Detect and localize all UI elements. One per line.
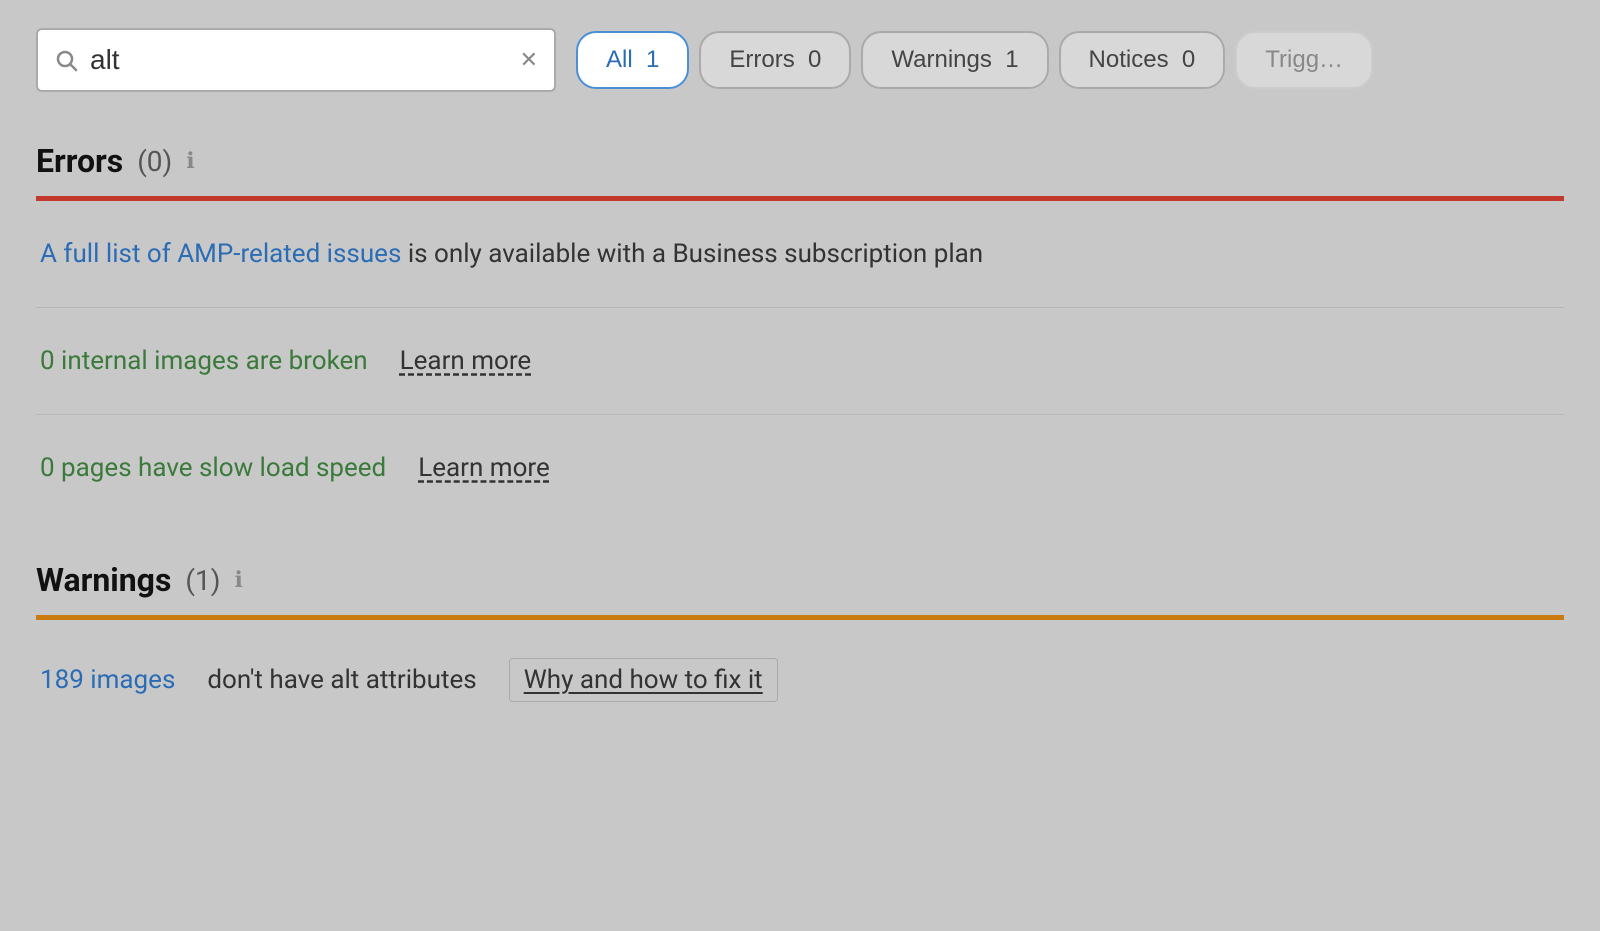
alt-text: don't have alt attributes [207, 665, 476, 695]
top-bar: ✕ All 1 Errors 0 Warnings 1 Notices 0 Tr… [0, 0, 1600, 112]
slow-load-row: 0 pages have slow load speed Learn more [36, 415, 1564, 521]
internal-images-text: 0 internal images are broken [40, 346, 368, 376]
learn-more-images-link[interactable]: Learn more [400, 346, 532, 376]
info-icon-errors[interactable]: ℹ [186, 149, 194, 174]
main-content: Errors (0) ℹ A full list of AMP-related … [0, 112, 1600, 740]
learn-more-speed-link[interactable]: Learn more [418, 453, 550, 483]
search-input[interactable] [90, 44, 508, 76]
internal-images-row: 0 internal images are broken Learn more [36, 308, 1564, 415]
info-icon-warnings[interactable]: ℹ [234, 568, 242, 593]
warnings-title: Warnings [36, 561, 171, 599]
clear-icon[interactable]: ✕ [520, 48, 538, 73]
warnings-count: (1) [185, 564, 220, 597]
filter-tabs: All 1 Errors 0 Warnings 1 Notices 0 Trig… [576, 31, 1373, 89]
search-box: ✕ [36, 28, 556, 92]
warnings-section: Warnings (1) ℹ 189 images don't have alt… [36, 531, 1564, 740]
tab-triggers[interactable]: Trigg… [1235, 31, 1373, 89]
tab-errors[interactable]: Errors 0 [699, 31, 851, 89]
why-fix-link[interactable]: Why and how to fix it [509, 658, 778, 702]
errors-header: Errors (0) ℹ [36, 112, 1564, 196]
amp-link[interactable]: A full list of AMP-related issues [40, 239, 401, 269]
search-icon [54, 48, 78, 72]
alt-attributes-row: 189 images don't have alt attributes Why… [36, 620, 1564, 740]
warnings-header: Warnings (1) ℹ [36, 531, 1564, 615]
amp-plain: is only available with a Business subscr… [401, 239, 983, 269]
tab-all[interactable]: All 1 [576, 31, 689, 89]
errors-section: Errors (0) ℹ A full list of AMP-related … [36, 112, 1564, 521]
errors-title: Errors [36, 142, 123, 180]
slow-load-text: 0 pages have slow load speed [40, 453, 386, 483]
amp-row: A full list of AMP-related issues is onl… [36, 201, 1564, 308]
tab-warnings[interactable]: Warnings 1 [861, 31, 1048, 89]
errors-count: (0) [137, 145, 172, 178]
tab-notices[interactable]: Notices 0 [1059, 31, 1226, 89]
images-count-link[interactable]: 189 images [40, 665, 175, 695]
